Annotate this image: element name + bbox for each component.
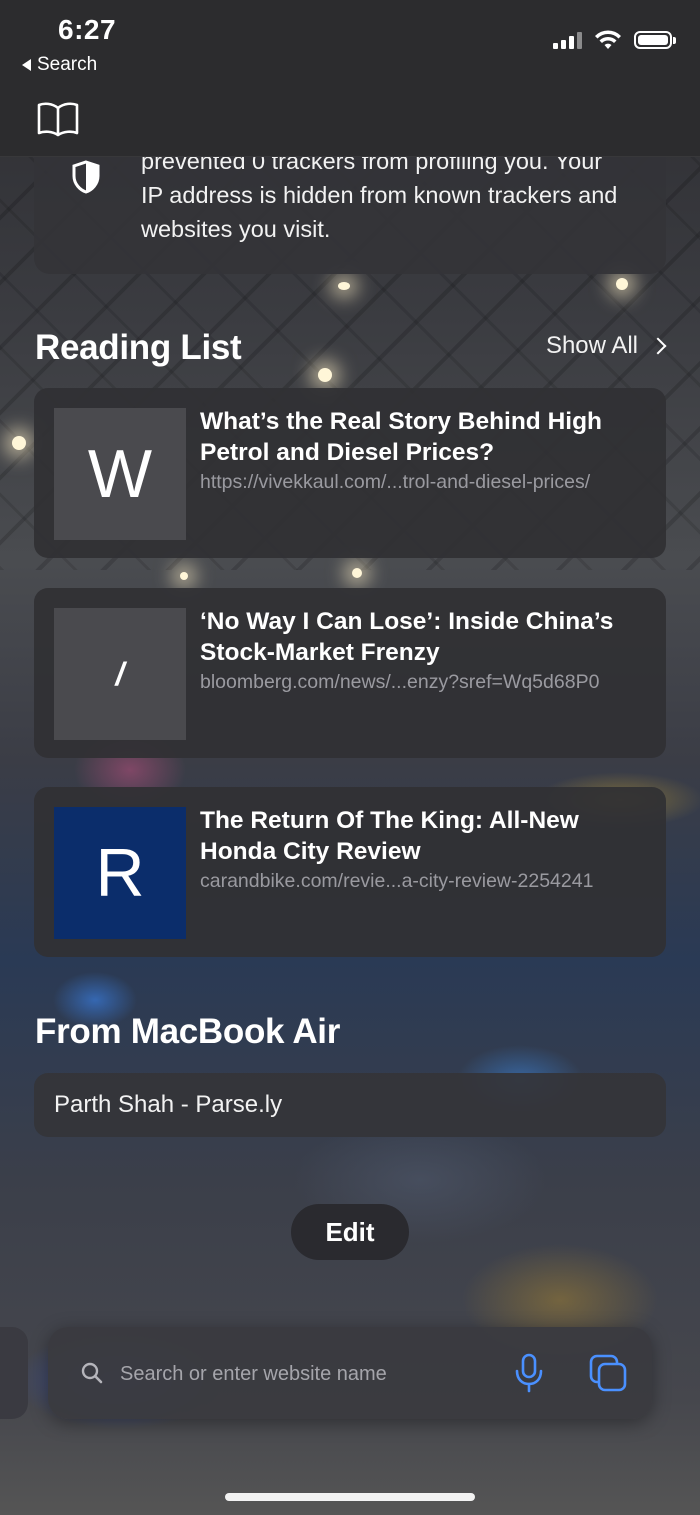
reading-list-item-url: https://vivekkaul.com/...trol-and-diesel… bbox=[200, 471, 591, 493]
reading-list-item-title: What’s the Real Story Behind High Petrol… bbox=[200, 408, 603, 466]
reading-list-heading: Reading List bbox=[35, 328, 242, 367]
reading-list-thumbnail: W bbox=[54, 408, 186, 540]
reading-list-item-title: ‘No Way I Can Lose’: Inside China’s Stoc… bbox=[200, 608, 614, 666]
microphone-icon[interactable] bbox=[514, 1353, 544, 1393]
search-icon bbox=[81, 1362, 103, 1384]
status-time: 6:27 bbox=[58, 14, 117, 45]
reading-list-item-url: bloomberg.com/news/...enzy?sref=Wq5d68P0 bbox=[200, 671, 600, 693]
reading-list-thumbnail: R bbox=[54, 807, 186, 939]
back-label: Search bbox=[37, 54, 98, 75]
previous-tab-bar-stub[interactable] bbox=[0, 1327, 28, 1419]
status-icons bbox=[553, 30, 676, 50]
reading-list-item[interactable]: R The Return Of The King: All-New Honda … bbox=[34, 787, 666, 957]
device-tab-label: Parth Shah - Parse.ly bbox=[54, 1091, 283, 1118]
privacy-report-text: prevented 0 trackers from profiling you.… bbox=[141, 148, 618, 242]
reading-list-thumbnail: / bbox=[54, 608, 186, 740]
background-light bbox=[318, 368, 332, 382]
tabs-icon[interactable] bbox=[588, 1353, 628, 1393]
device-tab-item[interactable]: Parth Shah - Parse.ly bbox=[34, 1073, 666, 1137]
privacy-report-card[interactable]: prevented 0 trackers from profiling you.… bbox=[34, 140, 666, 274]
device-tabs-heading: From MacBook Air bbox=[35, 1012, 341, 1051]
edit-button[interactable]: Edit bbox=[291, 1204, 409, 1260]
background-light bbox=[352, 568, 362, 578]
battery-icon bbox=[634, 31, 676, 49]
back-arrow-icon bbox=[22, 59, 31, 71]
back-to-search-link[interactable]: Search bbox=[22, 54, 97, 76]
show-all-label: Show All bbox=[545, 332, 638, 359]
address-input[interactable] bbox=[118, 1355, 502, 1393]
reading-list-item[interactable]: / ‘No Way I Can Lose’: Inside China’s St… bbox=[34, 588, 666, 758]
background-light bbox=[12, 436, 26, 450]
address-bar[interactable] bbox=[48, 1327, 652, 1419]
wifi-icon bbox=[595, 30, 621, 49]
background-light bbox=[180, 572, 188, 580]
book-icon[interactable] bbox=[36, 100, 80, 138]
signal-icon bbox=[553, 31, 582, 49]
shield-icon bbox=[72, 160, 100, 194]
chevron-right-icon bbox=[649, 337, 667, 355]
background-light bbox=[338, 282, 350, 290]
reading-list-item-url: carandbike.com/revie...a-city-review-225… bbox=[200, 870, 594, 892]
reading-list-item-title: The Return Of The King: All-New Honda Ci… bbox=[200, 807, 579, 865]
background-light bbox=[616, 278, 628, 290]
show-all-button[interactable]: Show All bbox=[545, 332, 667, 360]
home-indicator bbox=[225, 1493, 475, 1501]
top-toolbar: 6:27 Search bbox=[0, 0, 700, 157]
reading-list-item[interactable]: W What’s the Real Story Behind High Petr… bbox=[34, 388, 666, 558]
